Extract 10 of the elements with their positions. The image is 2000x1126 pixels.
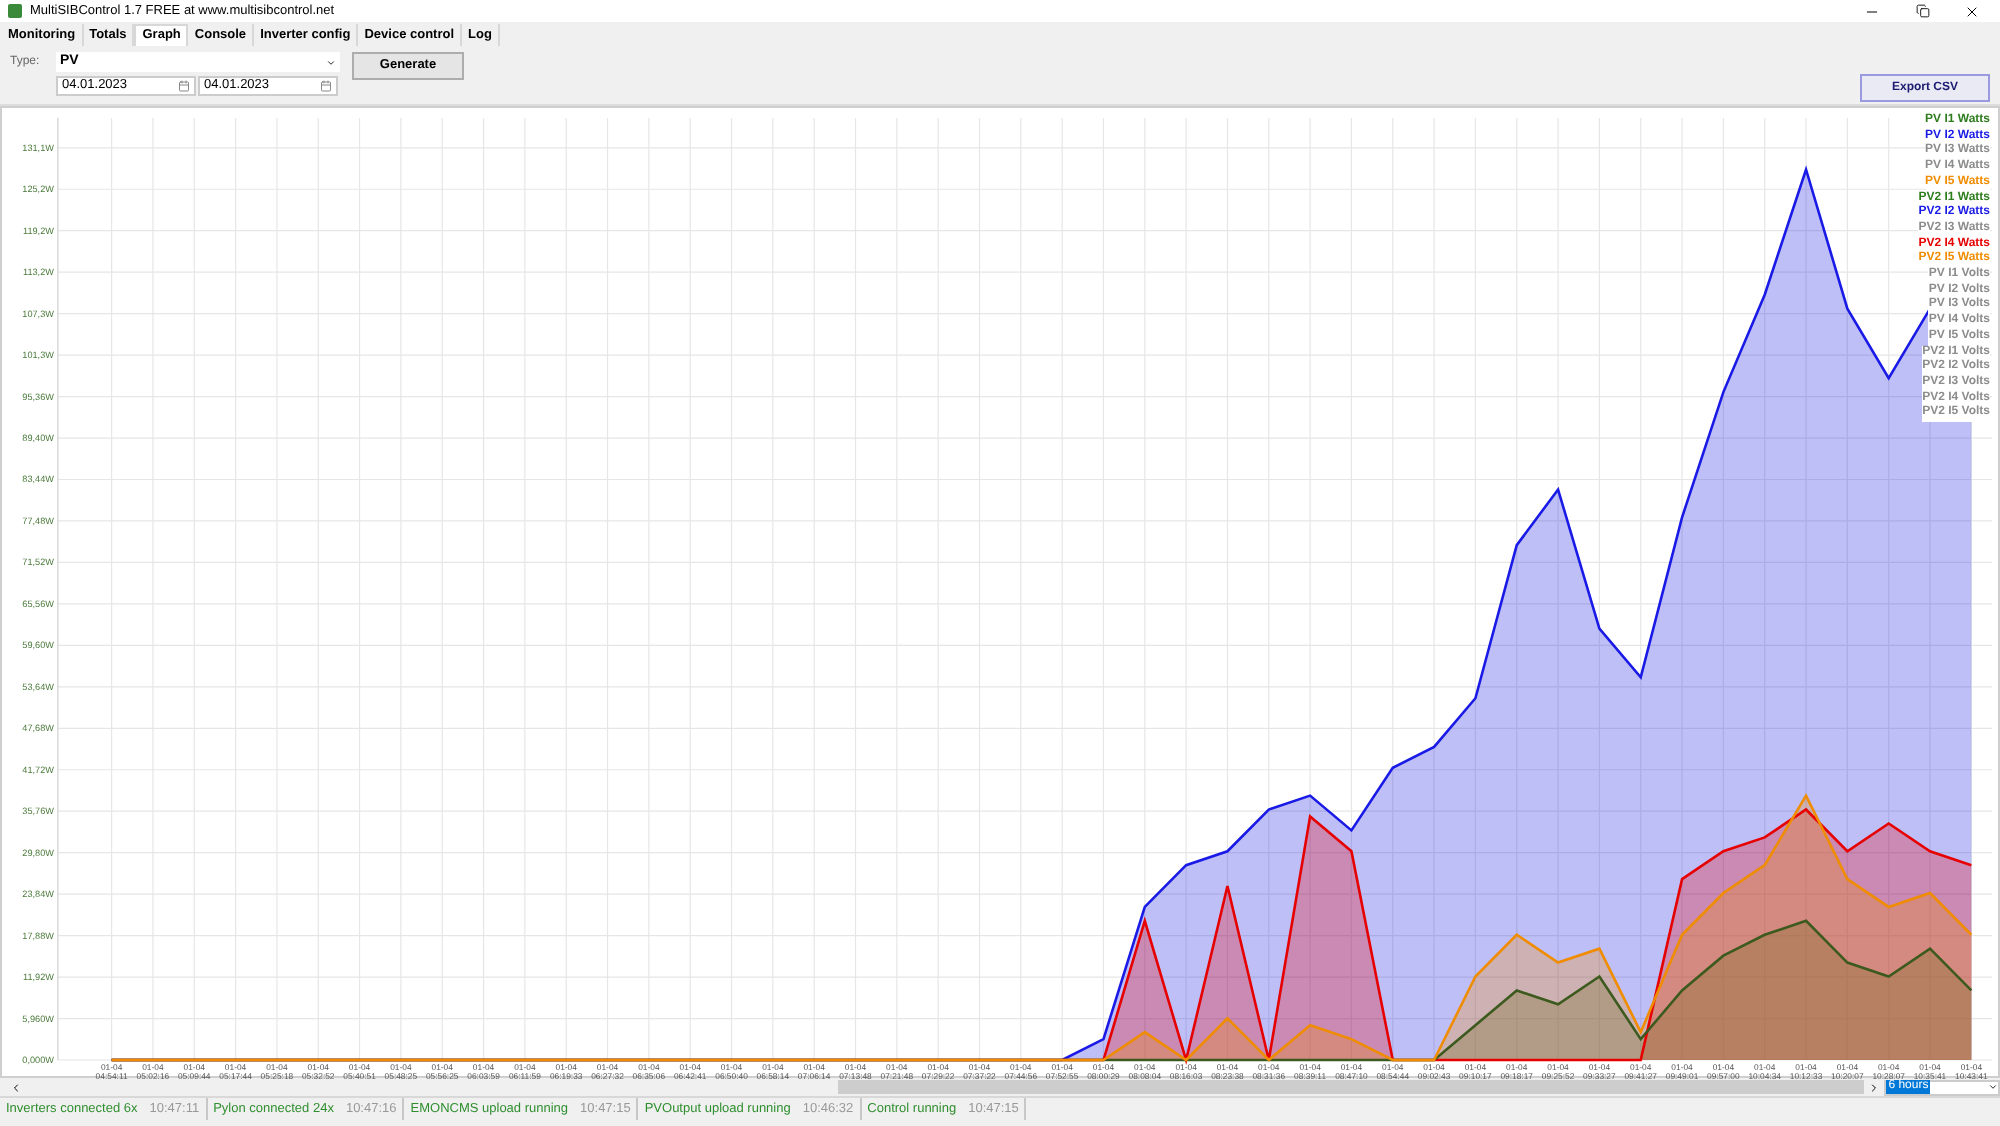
restore-icon[interactable] <box>1916 4 1930 18</box>
dropdown-icon <box>1987 1082 1998 1092</box>
scroll-right-icon[interactable] <box>1868 1081 1881 1093</box>
app-icon <box>8 4 22 18</box>
calendar-icon[interactable] <box>320 80 332 92</box>
close-icon[interactable] <box>1964 3 1980 19</box>
scrollbar-thumb[interactable] <box>838 1080 1865 1094</box>
calendar-icon[interactable] <box>178 80 190 92</box>
dropdown-icon <box>326 57 336 67</box>
scroll-left-icon[interactable] <box>10 1081 22 1093</box>
